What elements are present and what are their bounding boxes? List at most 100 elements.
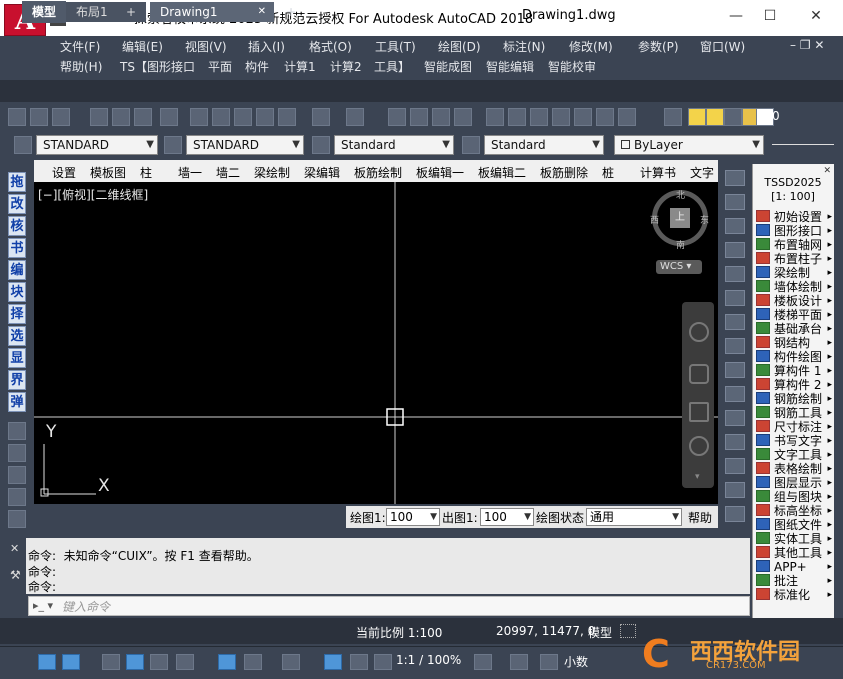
linetype-preview[interactable] [772,144,834,145]
left-btn-choose[interactable]: 择 [8,304,26,324]
menu-window[interactable]: 窗口(W) [700,38,745,55]
tssd-menu-item[interactable]: 梁绘制 ▸ [756,266,832,280]
annotation-visibility-icon[interactable] [324,654,342,670]
copy-icon[interactable] [212,108,230,126]
dim-style-select[interactable]: STANDARD ▼ [186,135,304,155]
join-icon[interactable] [725,458,745,474]
command-input[interactable]: ▸_ ▾ [28,596,750,616]
left-btn-select[interactable]: 选 [8,326,26,346]
menu-edit[interactable]: 编辑(E) [122,38,163,55]
menu-file[interactable]: 文件(F) [60,38,100,55]
tab-model[interactable]: 模型 [22,1,67,23]
dm-wall1[interactable]: 墙一 [178,164,202,181]
table-style-select[interactable]: Standard ▼ [334,135,454,155]
polyline-icon[interactable] [8,444,26,462]
left-btn-check[interactable]: 核 [8,216,26,236]
lineweight-icon[interactable] [102,654,120,670]
left-btn-interface[interactable]: 界 [8,370,26,390]
tool-palettes-icon[interactable] [530,108,548,126]
menu-ts-tools[interactable]: 工具】 [374,58,410,75]
minimize-button[interactable]: — [718,4,754,28]
text-style-icon[interactable] [14,136,32,154]
panel-close-icon[interactable]: ✕ [823,166,831,176]
tssd-menu-item[interactable]: 算构件 2 ▸ [756,378,832,392]
dm-beam-draw[interactable]: 梁绘制 [254,164,290,181]
workspace-gear-icon[interactable] [474,654,492,670]
tssd-menu-item[interactable]: 标准化 ▸ [756,588,832,602]
dm-wall2[interactable]: 墙二 [216,164,240,181]
ortho-icon[interactable] [38,654,56,670]
redo-icon[interactable] [346,108,364,126]
left-btn-edit[interactable]: 编 [8,260,26,280]
dm-text[interactable]: 文字 [690,164,714,181]
menu-ts-interface[interactable]: TS【图形接口 [120,58,195,75]
dm-pile[interactable]: 桩 [602,164,614,181]
dm-slab-rebar[interactable]: 板筋绘制 [354,164,402,181]
tab-layout1[interactable]: 布局1 [66,1,118,23]
dm-calc-book[interactable]: 计算书 [640,164,676,181]
left-btn-write[interactable]: 书 [8,238,26,258]
layer-viewport-icon[interactable] [724,108,742,126]
left-btn-drag[interactable]: 拖 [8,172,26,192]
layer-properties-icon[interactable] [664,108,682,126]
open-icon[interactable] [30,108,48,126]
tssd-menu-item[interactable]: 布置轴网 ▸ [756,238,832,252]
tssd-menu-item[interactable]: 文字工具 ▸ [756,448,832,462]
menu-format[interactable]: 格式(O) [309,38,352,55]
pan-hand-icon[interactable] [689,364,709,384]
undo-icon[interactable] [312,108,330,126]
zoom-window-icon[interactable] [432,108,450,126]
rotate-icon[interactable] [725,314,745,330]
sheet-set-icon[interactable] [552,108,570,126]
orbit-icon[interactable] [689,436,709,456]
tab-drawing1[interactable]: Drawing1 ✕ [150,2,274,22]
menu-modify[interactable]: 修改(M) [569,38,613,55]
units-value[interactable]: 小数 [564,653,588,670]
cut-icon[interactable] [190,108,208,126]
fillet-icon[interactable] [725,506,745,522]
mleader-style-select[interactable]: Standard ▼ [484,135,604,155]
offset-icon[interactable] [725,242,745,258]
tssd-menu-item[interactable]: 布置柱子 ▸ [756,252,832,266]
cursor-coordinates[interactable]: 20997, 11477, 0 [496,624,595,638]
tssd-menu-item[interactable]: 算构件 1 ▸ [756,364,832,378]
save-icon[interactable] [52,108,70,126]
match-properties-icon[interactable] [278,108,296,126]
color-select[interactable]: ByLayer ▼ [614,135,764,155]
arc-icon[interactable] [8,466,26,484]
menu-view[interactable]: 视图(V) [185,38,227,55]
polar-icon[interactable] [62,654,80,670]
dm-template[interactable]: 模板图 [90,164,126,181]
design-center-icon[interactable] [508,108,526,126]
new-tab-button[interactable]: + [280,2,302,22]
tssd-menu-item[interactable]: 基础承台 ▸ [756,322,832,336]
markup-icon[interactable] [574,108,592,126]
paste-icon[interactable] [234,108,252,126]
dynamic-ucs-icon[interactable] [218,654,236,670]
print-preview-icon[interactable] [112,108,130,126]
viewport-controls-label[interactable]: [−][俯视][二维线框] [38,186,148,203]
zoom-extents-icon[interactable] [689,402,709,422]
menu-tools[interactable]: 工具(T) [375,38,416,55]
tssd-menu-item[interactable]: 尺寸标注 ▸ [756,420,832,434]
model-space-button[interactable]: 模型 [588,624,612,641]
dm-slab-edit1[interactable]: 板编辑一 [416,164,464,181]
menu-smart-edit[interactable]: 智能编辑 [486,58,534,75]
close-icon[interactable]: ✕ [10,542,19,555]
transparency-icon[interactable] [126,654,144,670]
layer-freeze-sun-icon[interactable] [706,108,724,126]
text-style-select[interactable]: STANDARD ▼ [36,135,158,155]
draw-state-select[interactable]: 通用 ▼ [586,508,682,526]
drawing-canvas[interactable] [34,182,718,504]
3d-print-icon[interactable] [160,108,178,126]
left-btn-modify[interactable]: 改 [8,194,26,214]
paste-special-icon[interactable] [256,108,274,126]
array-icon[interactable] [725,266,745,282]
command-prompt-icon[interactable]: ▸_ ▾ [33,599,53,612]
tssd-menu-item[interactable]: 钢结构 ▸ [756,336,832,350]
mirror-icon[interactable] [725,218,745,234]
menu-insert[interactable]: 插入(I) [248,38,285,55]
tssd-menu-item[interactable]: APP+ ▸ [756,560,832,574]
extend-icon[interactable] [725,410,745,426]
customize-wrench-icon[interactable]: ⚒ [10,568,21,582]
